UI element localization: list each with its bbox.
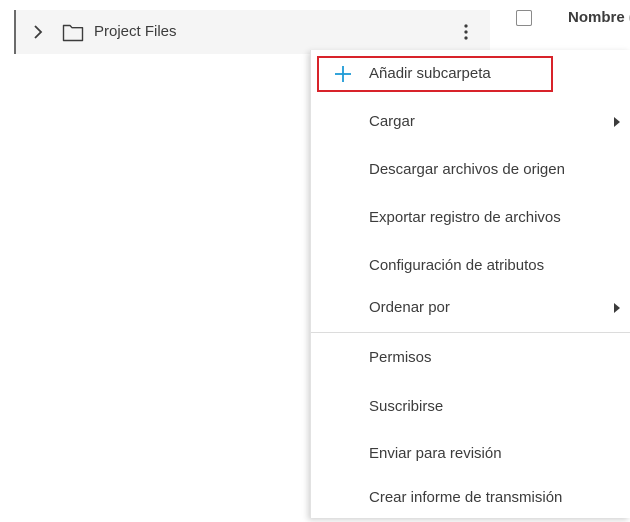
menu-item-label: Suscribirse [369,398,444,415]
menu-item-permissions[interactable]: Permisos [311,334,630,382]
menu-item-export-file-log[interactable]: Exportar registro de archivos [311,194,630,242]
tree-row-project-files[interactable]: Project Files [14,10,490,54]
menu-item-label: Cargar [369,113,415,130]
menu-item-subscribe[interactable]: Suscribirse [311,383,630,431]
menu-item-sort-by[interactable]: Ordenar por [311,284,630,332]
context-menu: Añadir subcarpeta Cargar Descargar archi… [310,50,630,518]
menu-item-attribute-settings[interactable]: Configuración de atributos [311,242,630,290]
menu-item-send-for-review[interactable]: Enviar para revisión [311,430,630,478]
kebab-icon[interactable] [462,22,470,42]
menu-item-download-source-files[interactable]: Descargar archivos de origen [311,146,630,194]
menu-item-label: Crear informe de transmisión [369,489,563,506]
table-header: Nombre ( [490,0,630,36]
menu-item-add-subfolder[interactable]: Añadir subcarpeta [311,50,630,98]
menu-item-label: Ordenar por [369,299,450,316]
caret-right-icon [614,303,620,313]
caret-right-icon [614,117,620,127]
select-all-checkbox[interactable] [516,10,532,26]
menu-divider [311,332,630,333]
menu-item-upload[interactable]: Cargar [311,98,630,146]
menu-item-label: Enviar para revisión [369,445,502,462]
chevron-right-icon[interactable] [30,24,46,40]
column-header-name[interactable]: Nombre ( [568,8,630,28]
folder-icon [62,24,84,42]
menu-item-label: Configuración de atributos [369,257,545,274]
highlight-box [317,56,553,92]
folder-label: Project Files [94,23,177,40]
menu-item-create-transmittal[interactable]: Crear informe de transmisión [311,474,630,522]
menu-item-label: Descargar archivos de origen [369,161,565,178]
menu-item-label: Permisos [369,349,432,366]
menu-item-label: Exportar registro de archivos [369,209,561,226]
